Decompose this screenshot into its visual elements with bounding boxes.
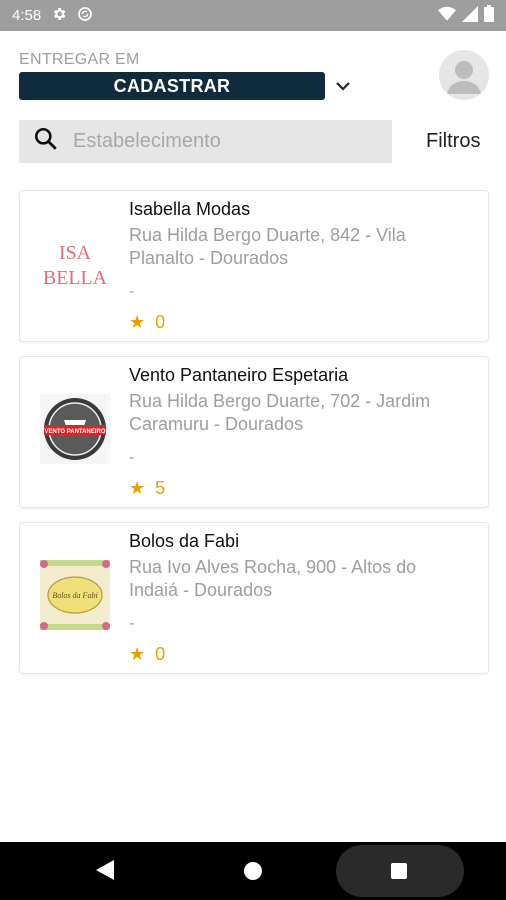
search-box[interactable]	[19, 120, 392, 163]
search-input[interactable]	[73, 130, 363, 153]
store-name: Isabella Modas	[129, 199, 251, 219]
store-list: ISA BELLA Isabella Modas Rua Hilda Bergo…	[19, 190, 489, 688]
status-time: 4:58	[12, 7, 42, 24]
store-card[interactable]: VENTO PANTANEIRO Vento Pantaneiro Espeta…	[19, 356, 489, 508]
chevron-down-icon[interactable]	[331, 74, 355, 98]
store-address: Rua Hilda Bergo Duarte, 702 - Jardim Car…	[129, 391, 431, 434]
store-card[interactable]: ISA BELLA Isabella Modas Rua Hilda Bergo…	[19, 190, 489, 342]
store-name: Bolos da Fabi	[129, 531, 240, 551]
store-rating: ★ 0	[129, 312, 165, 333]
store-logo-bolos: Bolos da Fabi	[40, 543, 110, 647]
back-icon[interactable]	[96, 860, 114, 885]
address-select-button[interactable]: CADASTRAR	[19, 72, 325, 100]
battery-icon	[484, 5, 494, 26]
store-card[interactable]: Bolos da Fabi Bolos da Fabi Rua Ivo Alve…	[19, 522, 489, 674]
store-extra: -	[129, 615, 135, 632]
star-icon: ★	[129, 644, 146, 664]
home-icon[interactable]	[244, 862, 262, 880]
store-logo-isabella: ISA BELLA	[40, 211, 110, 315]
deliver-label: ENTREGAR EM	[19, 51, 140, 68]
status-left: 4:58	[12, 6, 93, 26]
store-address: Rua Ivo Alves Rocha, 900 - Altos do Inda…	[129, 557, 417, 600]
store-logo-vento: VENTO PANTANEIRO	[40, 377, 110, 481]
store-extra: -	[129, 449, 135, 466]
star-icon: ★	[129, 312, 146, 332]
app-screen: 4:58 ENTREGAR EM CADASTRAR Estabelecimen…	[0, 0, 506, 900]
rating-value: 0	[155, 312, 166, 332]
logo-text: ISA	[59, 242, 92, 264]
sync-icon	[77, 6, 93, 26]
avatar[interactable]	[439, 50, 489, 100]
star-icon: ★	[129, 478, 146, 498]
address-row[interactable]: CADASTRAR	[19, 72, 355, 100]
settings-icon	[51, 6, 67, 26]
status-right	[438, 5, 494, 26]
logo-text: BELLA	[43, 267, 108, 289]
store-extra: -	[129, 283, 135, 300]
store-rating: ★ 5	[129, 478, 165, 499]
status-bar: 4:58	[0, 0, 506, 31]
search-icon	[33, 126, 59, 157]
wifi-icon	[438, 6, 456, 26]
logo-text: VENTO PANTANEIRO	[44, 429, 105, 435]
recents-icon[interactable]	[391, 863, 407, 879]
logo-text: Bolos da Fabi	[52, 591, 97, 600]
store-name: Vento Pantaneiro Espetaria	[129, 365, 349, 385]
signal-icon	[462, 5, 478, 26]
store-rating: ★ 0	[129, 644, 165, 665]
rating-value: 0	[155, 644, 166, 664]
rating-value: 5	[155, 478, 166, 498]
system-nav-bar	[0, 842, 506, 900]
filters-button[interactable]: Filtros	[426, 130, 480, 153]
store-address: Rua Hilda Bergo Duarte, 842 - Vila Plana…	[129, 225, 406, 268]
user-icon	[447, 61, 481, 94]
